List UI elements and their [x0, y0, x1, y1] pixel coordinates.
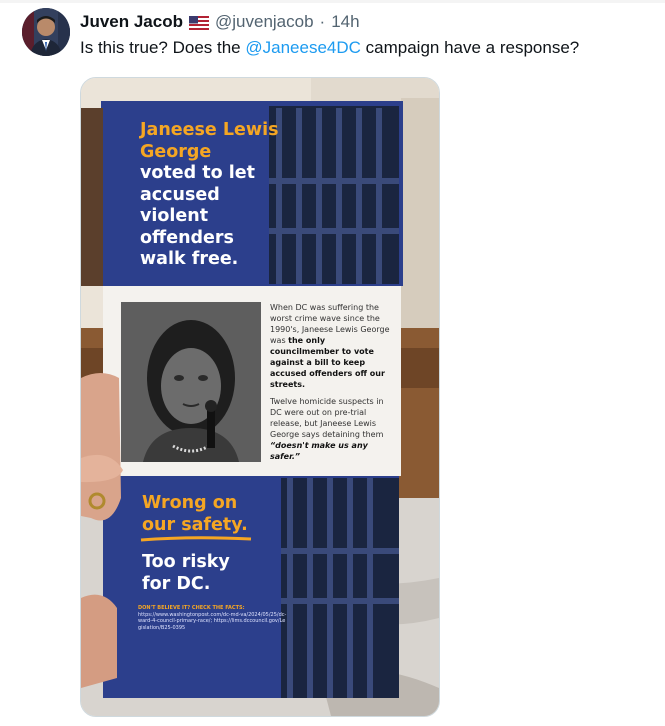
flyer-body-p2-start: Twelve homicide suspects in DC were out … [270, 397, 384, 439]
tweet-text-after: campaign have a response? [360, 38, 580, 57]
previous-tweet-edge [0, 0, 665, 3]
tweet-text: Is this true? Does the @Janeese4DC campa… [80, 38, 579, 58]
avatar-portrait [22, 8, 70, 56]
avatar[interactable] [22, 8, 70, 56]
timestamp[interactable]: 14h [331, 12, 359, 32]
tweet-text-before: Is this true? Does the [80, 38, 246, 57]
flyer-slogan-risky: Too risky for DC. [142, 552, 230, 594]
flyer-headline-name: Janeese Lewis George [140, 120, 279, 162]
us-flag-icon [189, 15, 209, 30]
flyer-headline-rest: voted to let accused violent offenders w… [140, 163, 255, 269]
flyer-headline: Janeese Lewis George voted to let accuse… [140, 120, 280, 271]
flyer-slogan-wrong: Wrong on our safety. [142, 493, 248, 535]
flyer-body-p1: When DC was suffering the worst crime wa… [270, 302, 390, 390]
flyer-facts: DON'T BELIEVE IT? CHECK THE FACTS: https… [138, 605, 288, 631]
separator-dot: · [319, 12, 326, 31]
flyer-body-copy: When DC was suffering the worst crime wa… [270, 302, 390, 462]
author-handle[interactable]: @juvenjacob [215, 12, 314, 32]
flyer-facts-links: https://www.washingtonpost.com/dc-md-va/… [138, 611, 287, 631]
flyer-body-p1-bold: the only councilmember to vote against a… [270, 336, 385, 389]
flyer-body-p2-quote: “doesn't make us any safer.” [270, 441, 368, 461]
flyer-body-p2: Twelve homicide suspects in DC were out … [270, 396, 390, 462]
author-name[interactable]: Juven Jacob [80, 12, 183, 32]
tweet-header: Juven Jacob @juvenjacob · 14h [80, 11, 360, 33]
mention-link[interactable]: @Janeese4DC [245, 38, 361, 57]
